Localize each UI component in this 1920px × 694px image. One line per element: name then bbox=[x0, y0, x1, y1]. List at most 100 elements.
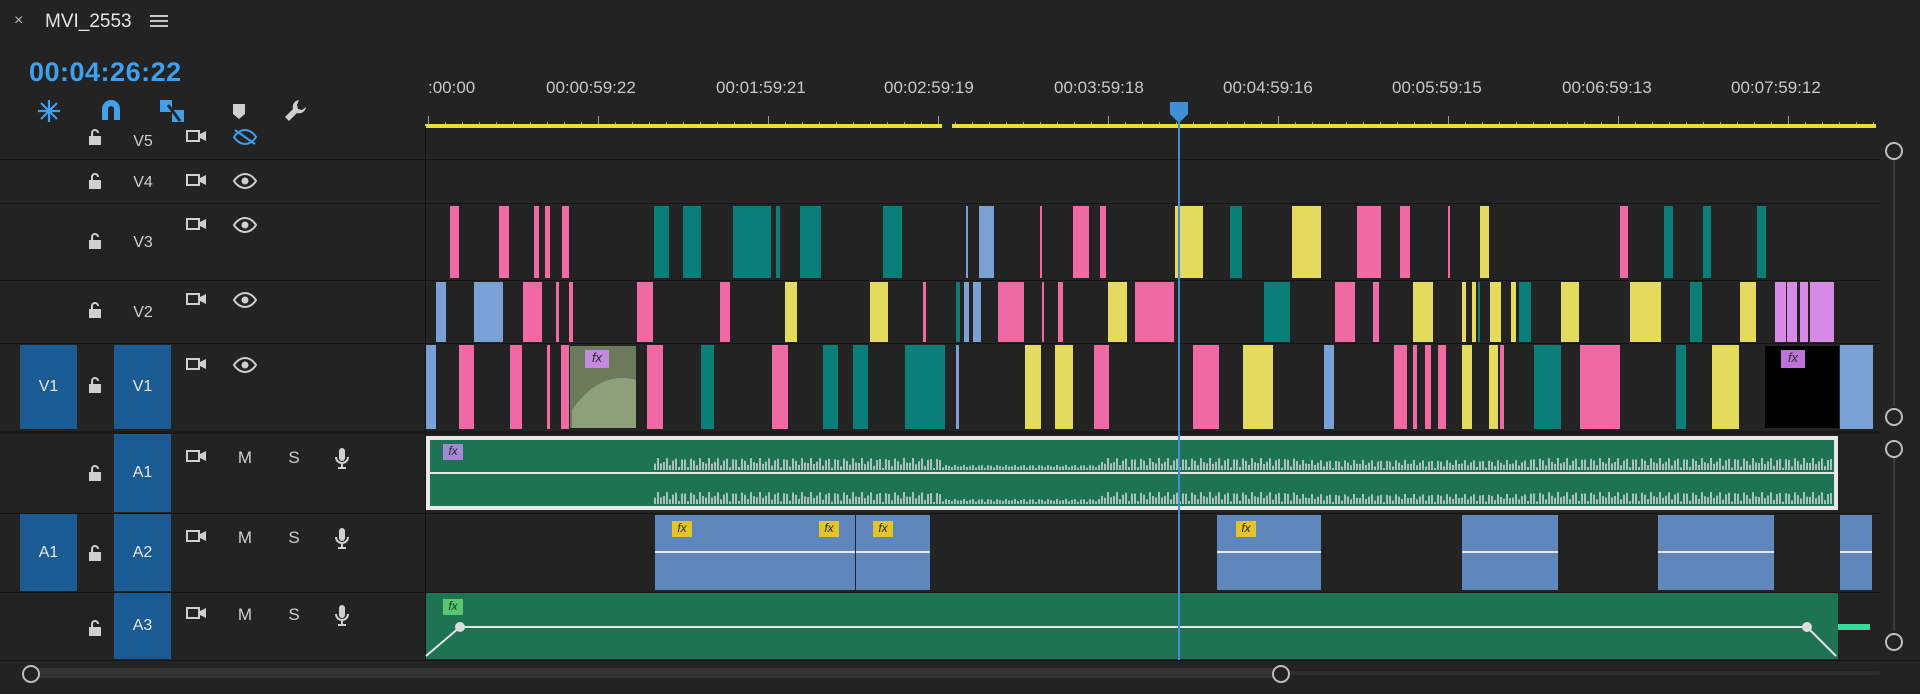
video-clip[interactable] bbox=[1324, 345, 1334, 429]
video-clip[interactable] bbox=[534, 206, 539, 278]
fx-badge[interactable]: fx bbox=[1236, 521, 1256, 537]
video-clip[interactable] bbox=[720, 282, 730, 342]
video-clip[interactable] bbox=[1264, 282, 1290, 342]
video-clip[interactable] bbox=[1703, 206, 1711, 278]
video-clip[interactable] bbox=[1108, 282, 1127, 342]
video-clip[interactable] bbox=[1135, 282, 1174, 342]
fx-badge[interactable]: fx bbox=[1781, 350, 1805, 368]
fx-badge[interactable]: fx bbox=[443, 599, 463, 615]
video-clip[interactable] bbox=[905, 345, 945, 429]
fx-badge[interactable]: fx bbox=[672, 521, 692, 537]
video-clip[interactable] bbox=[1243, 345, 1273, 429]
video-clip[interactable] bbox=[499, 206, 509, 278]
video-clip[interactable] bbox=[772, 345, 788, 429]
video-scroll-bottom-handle[interactable] bbox=[1885, 408, 1903, 426]
video-clip[interactable] bbox=[436, 282, 446, 342]
video-clip[interactable] bbox=[883, 206, 902, 278]
playhead-line[interactable] bbox=[1178, 112, 1180, 660]
video-clip[interactable] bbox=[569, 282, 573, 342]
audio-scroll-bottom-handle[interactable] bbox=[1885, 633, 1903, 651]
video-clip[interactable] bbox=[1438, 345, 1446, 429]
video-clip[interactable] bbox=[562, 206, 569, 278]
video-clip[interactable] bbox=[1840, 345, 1873, 429]
video-clip[interactable] bbox=[1800, 282, 1808, 342]
video-clip[interactable] bbox=[1292, 206, 1321, 278]
video-clip[interactable] bbox=[823, 345, 838, 429]
video-clip[interactable] bbox=[1040, 206, 1042, 278]
video-clip[interactable] bbox=[1534, 345, 1561, 429]
timeline-clips[interactable] bbox=[0, 0, 1920, 694]
video-clip[interactable] bbox=[654, 206, 669, 278]
video-clip[interactable] bbox=[1478, 282, 1480, 342]
video-clip[interactable] bbox=[1448, 206, 1450, 278]
scroll-right-handle[interactable] bbox=[1272, 665, 1290, 683]
video-clip[interactable] bbox=[1620, 206, 1628, 278]
video-clip[interactable] bbox=[998, 282, 1024, 342]
video-clip[interactable] bbox=[1100, 206, 1106, 278]
video-clip[interactable] bbox=[1676, 345, 1686, 429]
video-clip[interactable] bbox=[1462, 345, 1472, 429]
video-clip[interactable] bbox=[1775, 282, 1786, 342]
video-clip[interactable] bbox=[733, 206, 771, 278]
video-clip[interactable] bbox=[1810, 282, 1834, 342]
video-clip[interactable] bbox=[1519, 282, 1531, 342]
video-clip[interactable] bbox=[561, 345, 569, 429]
video-clip[interactable] bbox=[637, 282, 653, 342]
video-clip[interactable] bbox=[1058, 282, 1063, 342]
video-clip[interactable] bbox=[1500, 345, 1504, 429]
video-clip[interactable] bbox=[966, 206, 968, 278]
video-clip[interactable] bbox=[474, 282, 503, 342]
video-clip[interactable] bbox=[1511, 282, 1516, 342]
video-clip[interactable] bbox=[545, 206, 550, 278]
video-clip[interactable] bbox=[510, 345, 522, 429]
video-clip[interactable] bbox=[776, 206, 780, 278]
video-clip[interactable] bbox=[1425, 345, 1431, 429]
video-clip[interactable] bbox=[647, 345, 663, 429]
video-clip[interactable] bbox=[1462, 282, 1466, 342]
video-clip[interactable] bbox=[870, 282, 888, 342]
video-clip[interactable] bbox=[450, 206, 459, 278]
video-clip[interactable] bbox=[853, 345, 868, 429]
video-clip[interactable] bbox=[800, 206, 821, 278]
video-clip[interactable] bbox=[1664, 206, 1673, 278]
fx-badge[interactable]: fx bbox=[585, 350, 609, 368]
video-clip[interactable] bbox=[1489, 345, 1498, 429]
video-clip[interactable] bbox=[1230, 206, 1242, 278]
audio-scroll-top-handle[interactable] bbox=[1885, 440, 1903, 458]
video-clip[interactable] bbox=[1490, 282, 1501, 342]
video-clip[interactable] bbox=[1394, 345, 1407, 429]
video-clip[interactable] bbox=[1580, 345, 1620, 429]
video-clip[interactable] bbox=[979, 206, 994, 278]
video-clip[interactable] bbox=[523, 282, 542, 342]
video-clip[interactable] bbox=[1055, 345, 1073, 429]
video-clip[interactable] bbox=[1335, 282, 1355, 342]
video-clip[interactable] bbox=[1373, 282, 1379, 342]
video-clip[interactable] bbox=[1413, 345, 1417, 429]
video-clip[interactable] bbox=[1400, 206, 1410, 278]
video-clip[interactable] bbox=[1480, 206, 1489, 278]
video-clip[interactable] bbox=[1042, 282, 1044, 342]
video-clip[interactable] bbox=[1193, 345, 1219, 429]
video-clip[interactable] bbox=[426, 345, 436, 429]
scroll-left-handle[interactable] bbox=[22, 665, 40, 683]
video-clip[interactable] bbox=[547, 345, 550, 429]
video-clip[interactable] bbox=[459, 345, 474, 429]
video-clip[interactable] bbox=[1690, 282, 1702, 342]
video-clip[interactable] bbox=[1787, 282, 1797, 342]
fx-badge[interactable]: fx bbox=[819, 521, 839, 537]
video-clip[interactable] bbox=[1357, 206, 1381, 278]
video-clip[interactable] bbox=[973, 282, 981, 342]
video-scroll-top-handle[interactable] bbox=[1885, 142, 1903, 160]
video-clip[interactable] bbox=[923, 282, 926, 342]
video-clip[interactable] bbox=[556, 282, 559, 342]
video-clip[interactable] bbox=[683, 206, 701, 278]
fx-badge[interactable]: fx bbox=[873, 521, 893, 537]
video-clip[interactable] bbox=[701, 345, 714, 429]
video-clip[interactable] bbox=[1413, 282, 1433, 342]
video-clip[interactable] bbox=[785, 282, 797, 342]
video-clip[interactable] bbox=[1073, 206, 1089, 278]
video-clip[interactable] bbox=[964, 282, 969, 342]
video-clip[interactable] bbox=[1757, 206, 1766, 278]
video-clip[interactable] bbox=[1472, 282, 1476, 342]
video-clip[interactable] bbox=[1712, 345, 1739, 429]
